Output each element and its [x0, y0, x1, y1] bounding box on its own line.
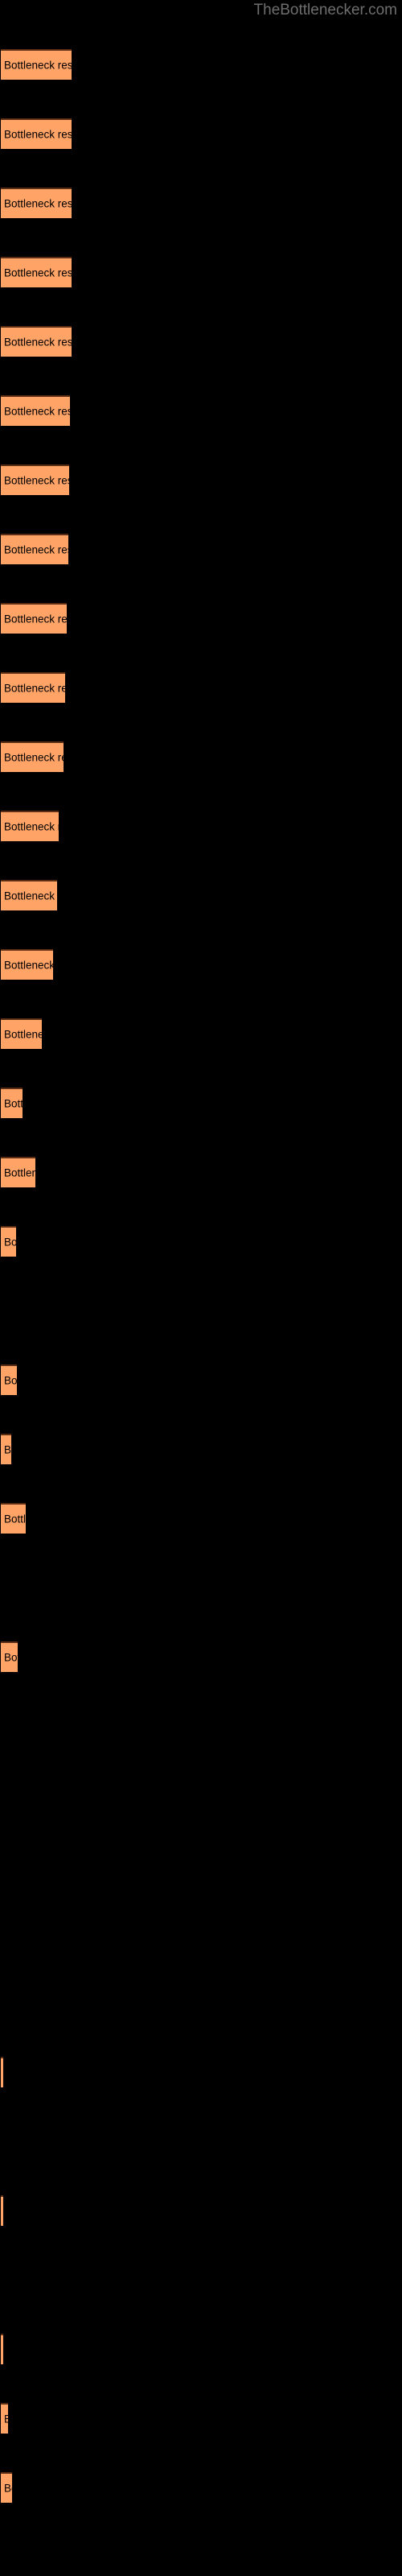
bar-row: Bottleneck result — [0, 1641, 402, 1672]
bar[interactable]: Bottleneck result — [1, 464, 69, 495]
bar[interactable]: Bottleneck result — [1, 1088, 23, 1118]
bar-row: Bottleneck result — [0, 880, 402, 910]
bar-row: Bottleneck result — [0, 118, 402, 149]
bar-label: Bottleneck result — [4, 959, 53, 972]
bar-row — [0, 1988, 402, 2018]
bar-label: Bottleneck result — [4, 543, 68, 556]
bar-row — [0, 2264, 402, 2295]
bar[interactable]: Bottleneck result — [1, 188, 72, 218]
bar[interactable]: Bottleneck result — [1, 2057, 3, 2087]
bar-row: Bottleneck result — [0, 2403, 402, 2434]
bar-label: Bottleneck result — [4, 1097, 23, 1110]
bar-label: Bottleneck result — [4, 405, 70, 418]
bar[interactable]: Bottleneck result — [1, 2195, 3, 2226]
bar-row: Bottleneck result — [0, 257, 402, 287]
bar[interactable]: Bottleneck result — [1, 1641, 18, 1672]
bar[interactable]: Bottleneck result — [1, 2403, 8, 2434]
bar-label: Bottleneck result — [4, 197, 72, 210]
bar[interactable]: Bottleneck result — [1, 1157, 35, 1187]
bar-row: Bottleneck result — [0, 603, 402, 634]
bar[interactable]: Bottleneck result — [1, 49, 72, 80]
bar[interactable]: Bottleneck result — [1, 741, 64, 772]
bar-row: Bottleneck result — [0, 1018, 402, 1049]
bar-label: Bottleneck result — [4, 1651, 18, 1664]
bar-label: Bottleneck result — [4, 128, 72, 141]
bar-label: Bottleneck result — [4, 751, 64, 764]
page-root: TheBottlenecker.com Bottleneck resultBot… — [0, 0, 402, 2576]
bar[interactable]: Bottleneck result — [1, 395, 70, 426]
bar-row: Bottleneck result — [0, 534, 402, 564]
bar[interactable]: Bottleneck result — [1, 949, 53, 980]
bar[interactable]: Bottleneck result — [1, 2334, 3, 2364]
bar-label: Bottleneck result — [4, 266, 72, 279]
bar-row — [0, 1849, 402, 1880]
bar-row: Bottleneck result — [0, 188, 402, 218]
bar-label: Bottleneck result — [4, 682, 65, 695]
bar[interactable]: Bottleneck result — [1, 811, 59, 841]
bar-row: Bottleneck result — [0, 1434, 402, 1464]
bar-label: Bottleneck result — [4, 613, 67, 625]
bar-row: Bottleneck result — [0, 49, 402, 80]
bar[interactable]: Bottleneck result — [1, 1503, 26, 1534]
bar-row: Bottleneck result — [0, 741, 402, 772]
bar[interactable]: Bottleneck result — [1, 880, 57, 910]
bar-label: Bottleneck result — [4, 336, 72, 349]
bar-label: Bottleneck result — [4, 59, 72, 72]
bar-row: Bottleneck result — [0, 1364, 402, 1395]
bar[interactable]: Bottleneck result — [1, 1364, 17, 1395]
bar-label: Bottleneck result — [4, 1166, 35, 1179]
bar-label: Bottleneck result — [4, 1443, 11, 1456]
bar-row — [0, 1295, 402, 1326]
bar[interactable]: Bottleneck result — [1, 1434, 11, 1464]
bar-label: Bottleneck result — [4, 820, 59, 833]
bar-label: Bottleneck result — [4, 1513, 26, 1525]
bar[interactable]: Bottleneck result — [1, 2472, 12, 2503]
bar-row: Bottleneck result — [0, 949, 402, 980]
bar[interactable]: Bottleneck result — [1, 534, 68, 564]
bar-row: Bottleneck result — [0, 2334, 402, 2364]
bar-row: Bottleneck result — [0, 1503, 402, 1534]
bar[interactable]: Bottleneck result — [1, 1226, 16, 1257]
bar[interactable]: Bottleneck result — [1, 603, 67, 634]
bar-row: Bottleneck result — [0, 1226, 402, 1257]
bar-row: Bottleneck result — [0, 1088, 402, 1118]
bar[interactable]: Bottleneck result — [1, 257, 72, 287]
bar-label: Bottleneck result — [4, 474, 69, 487]
bar-label: Bottleneck result — [4, 1374, 17, 1387]
bar[interactable]: Bottleneck result — [1, 326, 72, 357]
bar-row: Bottleneck result — [0, 2057, 402, 2087]
bar-label: Bottleneck result — [4, 890, 57, 902]
bar-row: Bottleneck result — [0, 811, 402, 841]
bar[interactable]: Bottleneck result — [1, 118, 72, 149]
bar-row — [0, 1780, 402, 1810]
bar-label: Bottleneck result — [4, 1028, 42, 1041]
bar-chart: Bottleneck result Bottleneck result Bottle… — [0, 0, 402, 2576]
bar-row: Bottleneck result — [0, 672, 402, 703]
bar[interactable]: Bottleneck result — [1, 1018, 42, 1049]
bar-row — [0, 2126, 402, 2157]
bar-row: Bottleneck result — [0, 326, 402, 357]
bar[interactable]: Bottleneck result — [1, 672, 65, 703]
bar-row — [0, 1711, 402, 1741]
bar-row — [0, 1918, 402, 1949]
bar-row: Bottleneck result — [0, 2195, 402, 2226]
bar-label: Bottleneck result — [4, 2413, 8, 2425]
bar-label: Bottleneck result — [4, 2482, 12, 2495]
bar-row — [0, 1572, 402, 1603]
bar-label: Bottleneck result — [4, 1236, 16, 1249]
bar-row: Bottleneck result — [0, 1157, 402, 1187]
bar-row: Bottleneck result — [0, 464, 402, 495]
bar-row: Bottleneck result — [0, 2472, 402, 2503]
bar-row: Bottleneck result — [0, 395, 402, 426]
